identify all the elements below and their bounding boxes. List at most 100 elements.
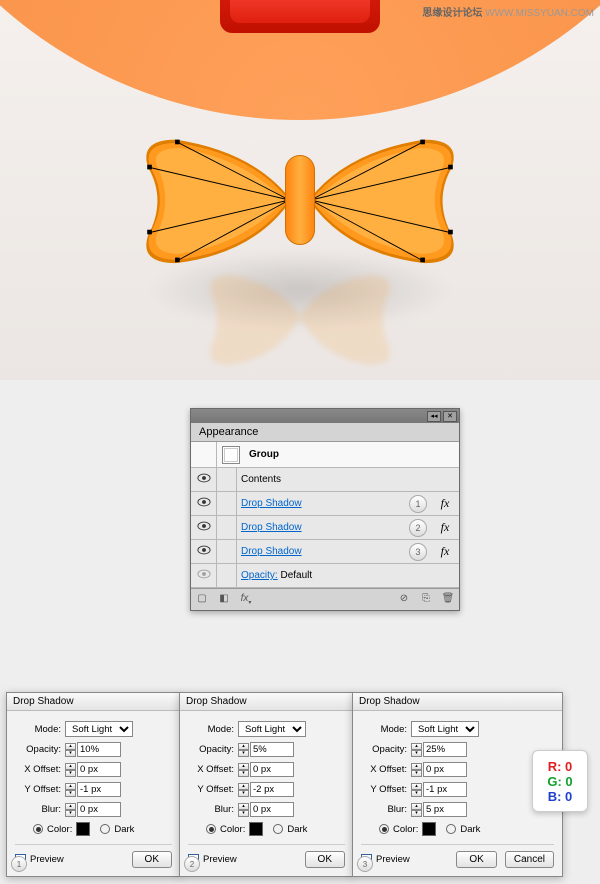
opacity-input[interactable] bbox=[250, 742, 294, 757]
stepper[interactable]: ▴▾ bbox=[65, 803, 76, 817]
watermark: 思缘设计论坛 WWW.MISSYUAN.COM bbox=[422, 4, 594, 19]
color-swatch[interactable] bbox=[76, 822, 90, 836]
cancel-button[interactable]: Cancel bbox=[505, 851, 554, 868]
drop-shadow-dialog-1[interactable]: Drop Shadow Mode:Soft Light Opacity:▴▾ X… bbox=[6, 692, 181, 877]
yoffset-label: Y Offset: bbox=[15, 784, 61, 795]
trash-icon[interactable]: 🗑 bbox=[441, 593, 455, 607]
fx-menu-icon[interactable]: fx▾ bbox=[239, 593, 253, 607]
effect-link[interactable]: Drop Shadow bbox=[241, 522, 302, 533]
xoffset-input[interactable] bbox=[250, 762, 294, 777]
opacity-link[interactable]: Opacity: bbox=[241, 570, 278, 581]
close-icon[interactable]: ✕ bbox=[443, 411, 457, 422]
stepper[interactable]: ▴▾ bbox=[238, 763, 249, 777]
color-swatch[interactable] bbox=[422, 822, 436, 836]
fx-icon[interactable]: fx bbox=[431, 496, 459, 511]
group-row[interactable]: Group bbox=[191, 442, 459, 468]
effect-badge: 3 bbox=[409, 543, 427, 561]
rgb-badge: R: 0 G: 0 B: 0 bbox=[532, 750, 588, 812]
drop-shadow-dialog-2[interactable]: Drop Shadow Mode:Soft Light Opacity:▴▾ X… bbox=[179, 692, 354, 877]
red-shape bbox=[220, 0, 380, 33]
dialog-title: Drop Shadow bbox=[180, 693, 353, 711]
opacity-label: Opacity: bbox=[361, 744, 407, 755]
color-label: Color: bbox=[47, 824, 72, 835]
duplicate-icon[interactable]: ⎘ bbox=[419, 593, 433, 607]
opacity-row[interactable]: Opacity: Default bbox=[191, 564, 459, 588]
ok-button[interactable]: OK bbox=[132, 851, 172, 868]
preview-label: Preview bbox=[376, 854, 410, 865]
no-stroke-icon[interactable]: ▢ bbox=[195, 593, 209, 607]
mode-select[interactable]: Soft Light bbox=[238, 721, 306, 737]
stepper[interactable]: ▴▾ bbox=[411, 743, 422, 757]
xoffset-input[interactable] bbox=[77, 762, 121, 777]
ok-button[interactable]: OK bbox=[456, 851, 496, 868]
stepper[interactable]: ▴▾ bbox=[238, 743, 249, 757]
effect-row-3[interactable]: Drop Shadow 3 fx bbox=[191, 540, 459, 564]
dark-label: Dark bbox=[114, 824, 134, 835]
blur-input[interactable] bbox=[77, 802, 121, 817]
blur-input[interactable] bbox=[423, 802, 467, 817]
stepper[interactable]: ▴▾ bbox=[238, 803, 249, 817]
color-label: Color: bbox=[393, 824, 418, 835]
mode-select[interactable]: Soft Light bbox=[65, 721, 133, 737]
clear-icon[interactable]: ⊘ bbox=[397, 593, 411, 607]
stepper[interactable]: ▴▾ bbox=[411, 783, 422, 797]
blur-label: Blur: bbox=[188, 804, 234, 815]
mode-label: Mode: bbox=[188, 724, 234, 735]
watermark-url: WWW.MISSYUAN.COM bbox=[485, 8, 594, 19]
opacity-input[interactable] bbox=[423, 742, 467, 757]
mode-label: Mode: bbox=[15, 724, 61, 735]
stepper[interactable]: ▴▾ bbox=[238, 783, 249, 797]
effect-row-2[interactable]: Drop Shadow 2 fx bbox=[191, 516, 459, 540]
color-radio[interactable] bbox=[379, 824, 389, 834]
dark-label: Dark bbox=[460, 824, 480, 835]
mode-select[interactable]: Soft Light bbox=[411, 721, 479, 737]
mode-label: Mode: bbox=[361, 724, 407, 735]
stepper[interactable]: ▴▾ bbox=[65, 743, 76, 757]
rgb-r: R: 0 bbox=[548, 759, 573, 774]
yoffset-input[interactable] bbox=[423, 782, 467, 797]
dialog-badge: 1 bbox=[11, 856, 27, 872]
dark-radio[interactable] bbox=[273, 824, 283, 834]
yoffset-label: Y Offset: bbox=[361, 784, 407, 795]
yoffset-input[interactable] bbox=[77, 782, 121, 797]
effect-link[interactable]: Drop Shadow bbox=[241, 546, 302, 557]
contents-row[interactable]: Contents bbox=[191, 468, 459, 492]
xoffset-label: X Offset: bbox=[188, 764, 234, 775]
stepper[interactable]: ▴▾ bbox=[65, 763, 76, 777]
fx-icon[interactable]: fx bbox=[431, 544, 459, 559]
effect-badge: 2 bbox=[409, 519, 427, 537]
fx-icon[interactable]: fx bbox=[431, 520, 459, 535]
group-swatch[interactable] bbox=[222, 446, 240, 464]
effect-row-1[interactable]: Drop Shadow 1 fx bbox=[191, 492, 459, 516]
eye-icon[interactable] bbox=[197, 473, 211, 486]
blur-input[interactable] bbox=[250, 802, 294, 817]
eye-icon[interactable] bbox=[197, 545, 211, 558]
xoffset-label: X Offset: bbox=[361, 764, 407, 775]
effect-link[interactable]: Drop Shadow bbox=[241, 498, 302, 509]
stepper[interactable]: ▴▾ bbox=[411, 763, 422, 777]
eye-icon[interactable] bbox=[197, 497, 211, 510]
xoffset-label: X Offset: bbox=[15, 764, 61, 775]
xoffset-input[interactable] bbox=[423, 762, 467, 777]
effect-badge: 1 bbox=[409, 495, 427, 513]
panel-header[interactable]: ◂◂ ✕ bbox=[191, 409, 459, 423]
opacity-input[interactable] bbox=[77, 742, 121, 757]
color-swatch[interactable] bbox=[249, 822, 263, 836]
eye-icon[interactable] bbox=[197, 569, 211, 582]
contents-label: Contents bbox=[237, 474, 459, 485]
stepper[interactable]: ▴▾ bbox=[411, 803, 422, 817]
stepper[interactable]: ▴▾ bbox=[65, 783, 76, 797]
eye-icon[interactable] bbox=[197, 521, 211, 534]
ok-button[interactable]: OK bbox=[305, 851, 345, 868]
collapse-icon[interactable]: ◂◂ bbox=[427, 411, 441, 422]
watermark-cn: 思缘设计论坛 bbox=[422, 8, 482, 19]
yoffset-input[interactable] bbox=[250, 782, 294, 797]
dark-radio[interactable] bbox=[100, 824, 110, 834]
dark-radio[interactable] bbox=[446, 824, 456, 834]
opacity-label: Opacity: bbox=[15, 744, 61, 755]
appearance-panel[interactable]: ◂◂ ✕ Appearance Group Contents Drop Shad… bbox=[190, 408, 460, 611]
stroke-icon[interactable]: ◧ bbox=[217, 593, 231, 607]
color-radio[interactable] bbox=[206, 824, 216, 834]
color-radio[interactable] bbox=[33, 824, 43, 834]
yoffset-label: Y Offset: bbox=[188, 784, 234, 795]
